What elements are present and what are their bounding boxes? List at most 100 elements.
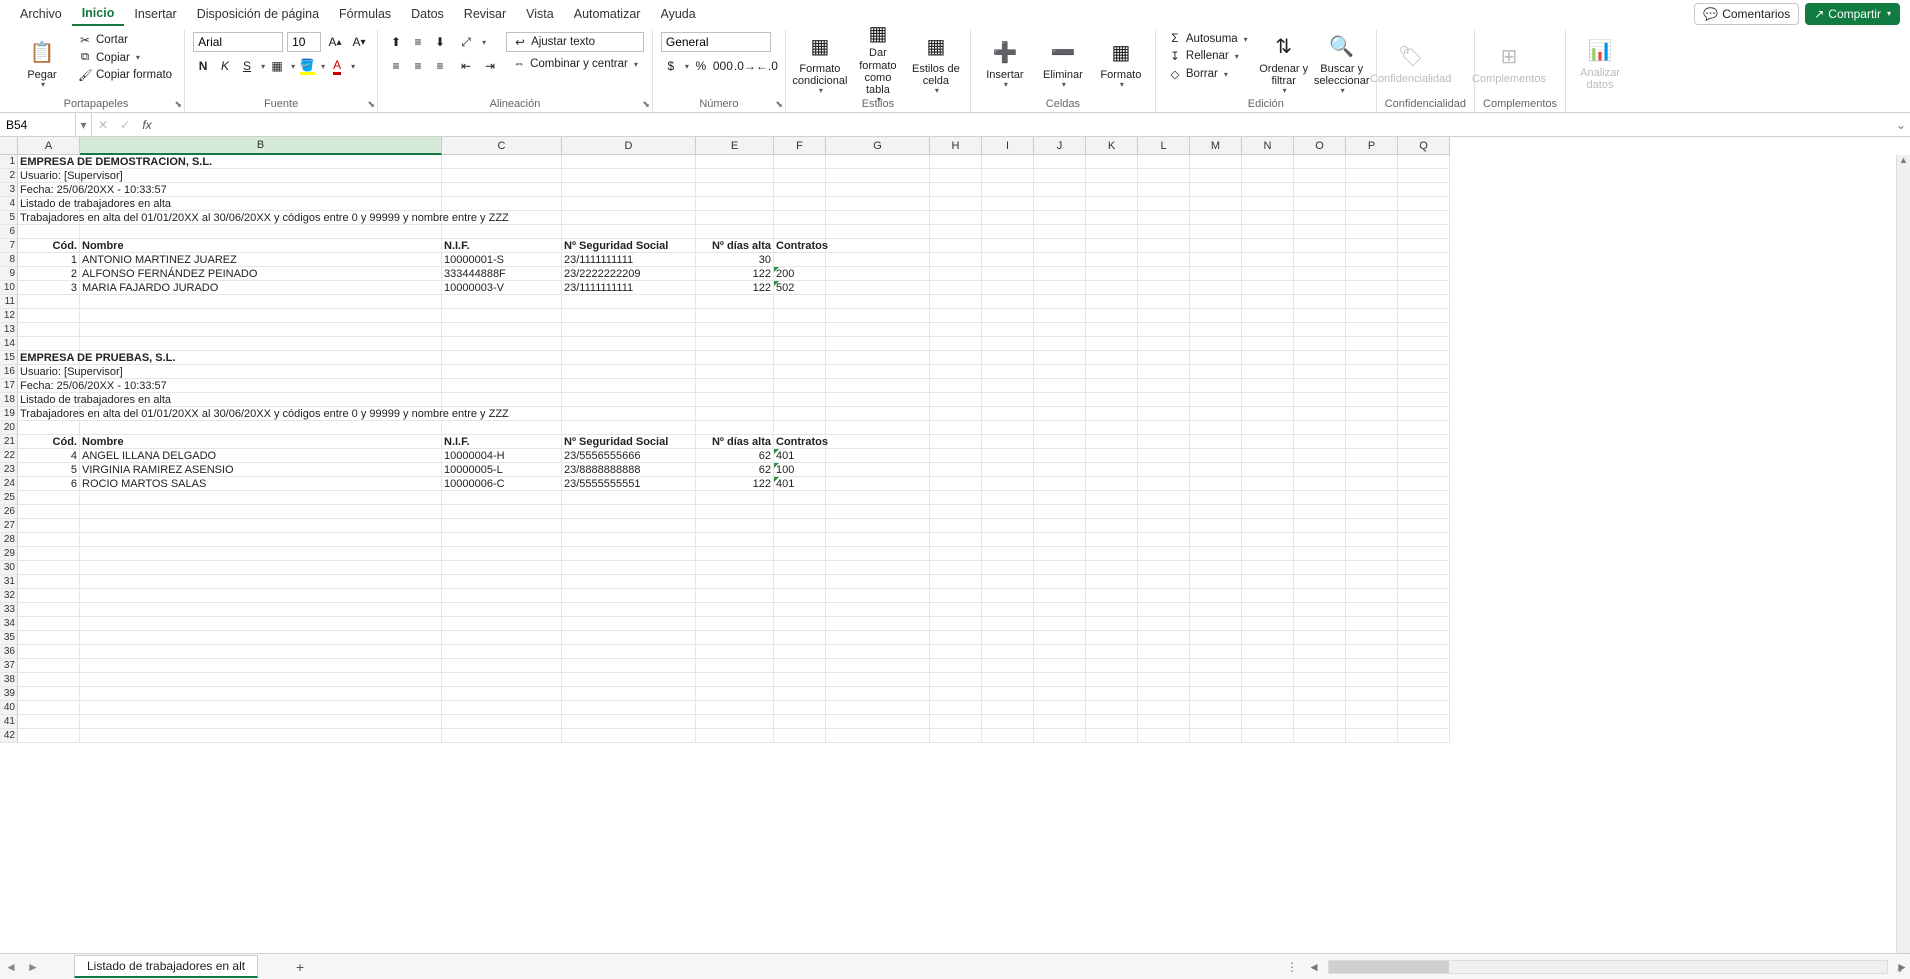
cell-P11[interactable] (1346, 295, 1398, 309)
cell-Q33[interactable] (1398, 603, 1450, 617)
cell-I38[interactable] (982, 673, 1034, 687)
cell-A31[interactable] (18, 575, 80, 589)
cell-Q6[interactable] (1398, 225, 1450, 239)
cell-B26[interactable] (80, 505, 442, 519)
cell-M33[interactable] (1190, 603, 1242, 617)
cell-N2[interactable] (1242, 169, 1294, 183)
cell-J39[interactable] (1034, 687, 1086, 701)
cell-A25[interactable] (18, 491, 80, 505)
cell-Q34[interactable] (1398, 617, 1450, 631)
row-header-26[interactable]: 26 (0, 505, 18, 519)
cell-E39[interactable] (696, 687, 774, 701)
cell-E23[interactable]: 62 (696, 463, 774, 477)
cell-K9[interactable] (1086, 267, 1138, 281)
cell-P2[interactable] (1346, 169, 1398, 183)
cell-J35[interactable] (1034, 631, 1086, 645)
cell-K41[interactable] (1086, 715, 1138, 729)
cell-B7[interactable]: Nombre (80, 239, 442, 253)
cell-N32[interactable] (1242, 589, 1294, 603)
cell-K29[interactable] (1086, 547, 1138, 561)
cell-Q41[interactable] (1398, 715, 1450, 729)
cell-M4[interactable] (1190, 197, 1242, 211)
cell-A6[interactable] (18, 225, 80, 239)
cell-O19[interactable] (1294, 407, 1346, 421)
cell-H3[interactable] (930, 183, 982, 197)
cell-N31[interactable] (1242, 575, 1294, 589)
align-bottom-button[interactable]: ⬇ (430, 32, 450, 52)
cell-B2[interactable] (80, 169, 442, 183)
cell-O12[interactable] (1294, 309, 1346, 323)
cell-H14[interactable] (930, 337, 982, 351)
cell-K4[interactable] (1086, 197, 1138, 211)
cell-D13[interactable] (562, 323, 696, 337)
cell-N38[interactable] (1242, 673, 1294, 687)
cell-F14[interactable] (774, 337, 826, 351)
cell-H6[interactable] (930, 225, 982, 239)
cell-O32[interactable] (1294, 589, 1346, 603)
enter-formula-button[interactable]: ✓ (114, 113, 136, 136)
cell-Q16[interactable] (1398, 365, 1450, 379)
cell-G42[interactable] (826, 729, 930, 743)
cell-A33[interactable] (18, 603, 80, 617)
cell-N16[interactable] (1242, 365, 1294, 379)
comma-format-button[interactable]: 000 (713, 56, 733, 76)
comments-button[interactable]: 💬Comentarios (1694, 3, 1799, 25)
cell-I4[interactable] (982, 197, 1034, 211)
cell-P41[interactable] (1346, 715, 1398, 729)
cell-L5[interactable] (1138, 211, 1190, 225)
cell-J3[interactable] (1034, 183, 1086, 197)
cell-Q28[interactable] (1398, 533, 1450, 547)
cell-N19[interactable] (1242, 407, 1294, 421)
cell-G35[interactable] (826, 631, 930, 645)
cell-O31[interactable] (1294, 575, 1346, 589)
cell-P19[interactable] (1346, 407, 1398, 421)
cell-M37[interactable] (1190, 659, 1242, 673)
cell-M34[interactable] (1190, 617, 1242, 631)
cell-Q29[interactable] (1398, 547, 1450, 561)
cell-J22[interactable] (1034, 449, 1086, 463)
cell-L3[interactable] (1138, 183, 1190, 197)
cell-Q40[interactable] (1398, 701, 1450, 715)
dialog-launcher-number[interactable]: ⬊ (775, 99, 783, 110)
cell-P26[interactable] (1346, 505, 1398, 519)
cell-C35[interactable] (442, 631, 562, 645)
cancel-formula-button[interactable]: ✕ (92, 113, 114, 136)
cell-E9[interactable]: 122 (696, 267, 774, 281)
cell-C31[interactable] (442, 575, 562, 589)
cell-I18[interactable] (982, 393, 1034, 407)
cell-K14[interactable] (1086, 337, 1138, 351)
cell-F41[interactable] (774, 715, 826, 729)
cell-H25[interactable] (930, 491, 982, 505)
cell-J7[interactable] (1034, 239, 1086, 253)
cell-P36[interactable] (1346, 645, 1398, 659)
cell-N23[interactable] (1242, 463, 1294, 477)
cell-I2[interactable] (982, 169, 1034, 183)
row-header-38[interactable]: 38 (0, 673, 18, 687)
cell-P21[interactable] (1346, 435, 1398, 449)
cell-H8[interactable] (930, 253, 982, 267)
cell-D19[interactable] (562, 407, 696, 421)
cell-J15[interactable] (1034, 351, 1086, 365)
cell-O8[interactable] (1294, 253, 1346, 267)
cell-N8[interactable] (1242, 253, 1294, 267)
cell-M35[interactable] (1190, 631, 1242, 645)
merge-center-button[interactable]: ⇔Combinar y centrar▾ (506, 56, 644, 72)
cell-G40[interactable] (826, 701, 930, 715)
cell-B41[interactable] (80, 715, 442, 729)
align-left-button[interactable]: ≡ (386, 56, 406, 76)
cell-O20[interactable] (1294, 421, 1346, 435)
cell-O15[interactable] (1294, 351, 1346, 365)
cell-E3[interactable] (696, 183, 774, 197)
cell-Q13[interactable] (1398, 323, 1450, 337)
cell-N30[interactable] (1242, 561, 1294, 575)
cell-A38[interactable] (18, 673, 80, 687)
cell-P10[interactable] (1346, 281, 1398, 295)
cell-M18[interactable] (1190, 393, 1242, 407)
cell-M32[interactable] (1190, 589, 1242, 603)
cell-J4[interactable] (1034, 197, 1086, 211)
cell-K39[interactable] (1086, 687, 1138, 701)
dialog-launcher-clipboard[interactable]: ⬊ (175, 99, 183, 110)
cell-M19[interactable] (1190, 407, 1242, 421)
cell-G32[interactable] (826, 589, 930, 603)
cell-I35[interactable] (982, 631, 1034, 645)
